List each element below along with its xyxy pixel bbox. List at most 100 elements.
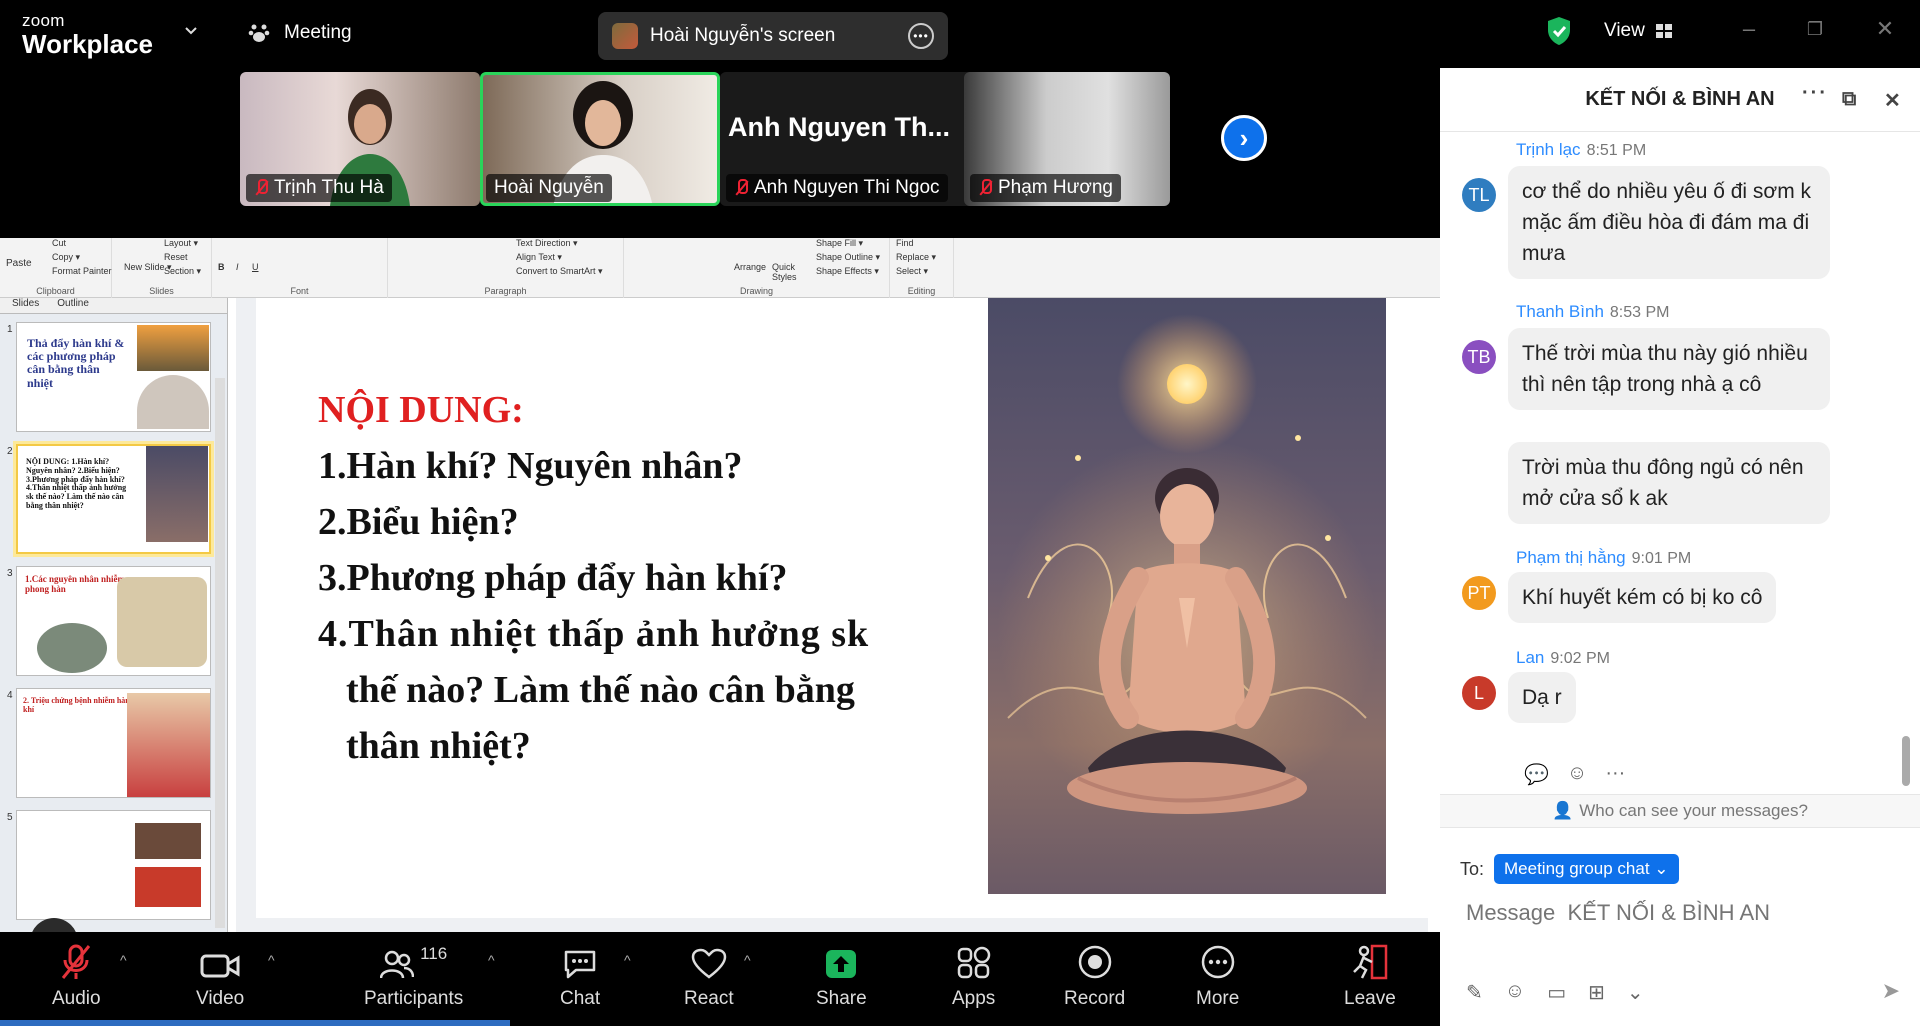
chat-icon: [564, 950, 596, 979]
chat-scrollbar[interactable]: [1902, 736, 1910, 786]
cut-button[interactable]: Cut: [52, 238, 66, 248]
paste-button[interactable]: Paste: [6, 258, 32, 269]
slide-thumbnail[interactable]: [16, 810, 211, 920]
shape-outline-button[interactable]: Shape Outline ▾: [816, 252, 880, 263]
video-tile[interactable]: Trịnh Thu Hà: [240, 72, 480, 206]
more-options-icon[interactable]: •••: [908, 23, 934, 49]
avatar[interactable]: TB: [1462, 340, 1496, 374]
leave-icon: [1353, 944, 1388, 980]
replace-button[interactable]: Replace ▾: [896, 252, 936, 263]
tab-slides[interactable]: Slides: [12, 298, 39, 313]
apps-button[interactable]: Apps: [952, 944, 995, 1010]
react-options-caret[interactable]: ^: [744, 952, 751, 968]
meeting-menu[interactable]: Meeting: [248, 22, 352, 44]
message-sender[interactable]: Thanh Bình 8:53 PM: [1516, 302, 1670, 322]
arrange-button[interactable]: Arrange: [734, 262, 766, 272]
leave-button[interactable]: Leave: [1344, 944, 1396, 1010]
tab-outline[interactable]: Outline: [57, 298, 89, 313]
underline-button[interactable]: U: [252, 262, 259, 272]
ribbon-group-label: Clipboard: [36, 286, 75, 296]
message-sender[interactable]: Trịnh lạc 8:51 PM: [1516, 140, 1646, 160]
view-button[interactable]: View: [1604, 20, 1673, 42]
participants-options-caret[interactable]: ^: [488, 952, 495, 968]
chat-button[interactable]: Chat: [560, 944, 600, 1010]
slide-thumbnail[interactable]: 2. Triệu chứng bệnh nhiễm hàn khí: [16, 688, 211, 798]
slide-thumbnail[interactable]: Thả đẩy hàn khí & các phương pháp cân bằ…: [16, 322, 211, 432]
slides-panel: Slides Outline 1 Thả đẩy hàn khí & các p…: [0, 298, 228, 932]
avatar[interactable]: PT: [1462, 576, 1496, 610]
participants-button[interactable]: 116 Participants: [364, 944, 463, 1010]
video-tile[interactable]: Phạm Hương: [964, 72, 1170, 206]
shape-effects-button[interactable]: Shape Effects ▾: [816, 266, 879, 277]
composer-tools: ✎ ☺ ▭ ⊞ ⌄: [1466, 980, 1644, 1005]
recipient-dropdown[interactable]: Meeting group chat ⌄: [1494, 854, 1679, 884]
send-icon[interactable]: ➤: [1882, 978, 1900, 1004]
logo-brand-top: zoom: [22, 11, 65, 30]
avatar[interactable]: TL: [1462, 178, 1496, 212]
slide-thumbnail[interactable]: 1.Các nguyên nhân nhiễm phong hàn: [16, 566, 211, 676]
file-icon[interactable]: ▭: [1547, 980, 1566, 1005]
reset-button[interactable]: Reset: [164, 252, 188, 262]
screenshot-icon[interactable]: ⊞: [1588, 980, 1605, 1005]
message-input[interactable]: [1466, 900, 1886, 926]
popout-icon[interactable]: ⧉: [1842, 88, 1856, 111]
video-options-caret[interactable]: ^: [268, 952, 275, 968]
emoji-icon[interactable]: ☺: [1505, 980, 1525, 1005]
reply-icon[interactable]: 💬: [1524, 762, 1549, 787]
video-tile[interactable]: Anh Nguyen Th... Anh Nguyen Thi Ngoc: [720, 72, 990, 206]
video-tile-active[interactable]: Hoài Nguyễn: [480, 72, 720, 206]
more-button[interactable]: More: [1196, 944, 1239, 1010]
message-bubble[interactable]: Trời mùa thu đông ngủ có nên mở cửa sổ k…: [1508, 442, 1830, 524]
close-window-icon[interactable]: ✕: [1874, 18, 1896, 40]
to-label: To:: [1460, 858, 1485, 879]
react-button[interactable]: React: [684, 944, 734, 1010]
restore-icon[interactable]: ❐: [1804, 18, 1826, 40]
quick-styles-button[interactable]: Quick Styles: [772, 262, 802, 282]
annotate-button[interactable]: [30, 918, 78, 932]
audio-button[interactable]: Audio: [52, 944, 101, 1010]
find-button[interactable]: Find: [896, 238, 914, 248]
shape-fill-button[interactable]: Shape Fill ▾: [816, 238, 863, 249]
message-bubble[interactable]: Thế trời mùa thu này gió nhiều thì nên t…: [1508, 328, 1830, 410]
message-bubble[interactable]: cơ thể do nhiều yêu ố đi sơm k mặc ấm đi…: [1508, 166, 1830, 279]
chat-options-caret[interactable]: ^: [624, 952, 631, 968]
record-button[interactable]: Record: [1064, 944, 1125, 1010]
panel-scrollbar[interactable]: [215, 378, 225, 928]
next-page-button[interactable]: ›: [1221, 115, 1267, 161]
format-icon[interactable]: ✎: [1466, 980, 1483, 1005]
text-direction-button[interactable]: Text Direction ▾: [516, 238, 578, 249]
more-options-icon[interactable]: ···: [1802, 82, 1828, 105]
message-sender[interactable]: Lan 9:02 PM: [1516, 648, 1610, 668]
layout-button[interactable]: Layout ▾: [164, 238, 198, 249]
select-button[interactable]: Select ▾: [896, 266, 928, 277]
bold-button[interactable]: B: [218, 262, 225, 272]
meditation-figure: [997, 314, 1377, 818]
emoji-react-icon[interactable]: ☺: [1567, 762, 1587, 787]
convert-smartart-button[interactable]: Convert to SmartArt ▾: [516, 266, 603, 277]
message-bubble[interactable]: Khí huyết kém có bị ko cô: [1508, 572, 1777, 623]
mic-muted-icon: [62, 944, 91, 979]
italic-button[interactable]: I: [236, 262, 239, 272]
shield-check-icon[interactable]: [1546, 16, 1572, 46]
section-button[interactable]: Section ▾: [164, 266, 201, 277]
more-actions-icon[interactable]: ···: [1605, 762, 1625, 787]
share-label: Share: [816, 988, 867, 1009]
audio-options-caret[interactable]: ^: [120, 952, 127, 968]
shared-screen-pill[interactable]: Hoài Nguyễn's screen •••: [598, 12, 948, 60]
person-icon: 👤: [1552, 801, 1574, 820]
align-text-button[interactable]: Align Text ▾: [516, 252, 562, 263]
message-bubble[interactable]: Dạ r: [1508, 672, 1576, 723]
video-button[interactable]: Video: [196, 944, 244, 1010]
share-button[interactable]: Share: [816, 944, 867, 1010]
close-icon[interactable]: ✕: [1884, 88, 1901, 113]
format-painter-button[interactable]: Format Painter: [52, 266, 112, 276]
avatar[interactable]: L: [1462, 676, 1496, 710]
minimize-icon[interactable]: –: [1738, 18, 1760, 40]
shared-screen: Paste Cut Copy ▾ Format Painter Clipboar…: [0, 238, 1440, 932]
copy-button[interactable]: Copy ▾: [52, 252, 80, 263]
visibility-notice[interactable]: 👤 Who can see your messages?: [1440, 794, 1920, 828]
chevron-down-icon[interactable]: [184, 24, 198, 38]
slide-thumbnail-selected[interactable]: NỘI DUNG: 1.Hàn khí? Nguyên nhân? 2.Biểu…: [16, 444, 211, 554]
chevron-down-icon[interactable]: ⌄: [1627, 980, 1644, 1005]
message-sender[interactable]: Phạm thị hằng 9:01 PM: [1516, 548, 1691, 568]
